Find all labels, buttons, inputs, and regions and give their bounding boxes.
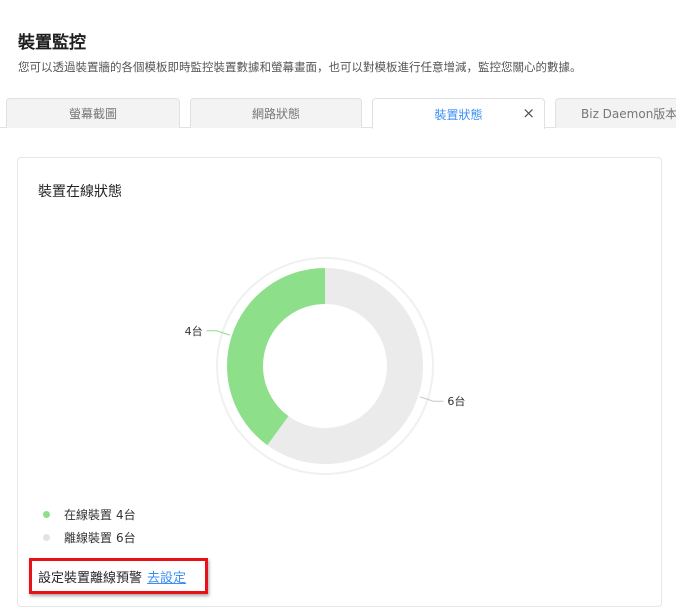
data-label: 4台 bbox=[185, 324, 203, 338]
offline-alert-setting: 設定裝置離線預警 去設定 bbox=[29, 558, 208, 594]
legend-label: 在線裝置 bbox=[64, 507, 113, 522]
device-monitor-page: 裝置監控 您可以透過裝置牆的各個模板即時監控裝置數據和螢幕畫面，也可以對模板進行… bbox=[0, 0, 676, 616]
tab-label: Biz Daemon版本& bbox=[581, 107, 676, 121]
go-settings-link[interactable]: 去設定 bbox=[147, 567, 186, 586]
label-leader-line bbox=[419, 396, 444, 402]
tab-label: 螢幕截圖 bbox=[68, 107, 117, 121]
tab-biz-daemon-version[interactable]: Biz Daemon版本& bbox=[555, 98, 676, 128]
legend-item-offline[interactable]: 離線裝置 6台 bbox=[42, 527, 136, 547]
legend-label: 離線裝置 bbox=[64, 530, 113, 545]
tabs-bar: 螢幕截圖 網路狀態 裝置狀態 × Biz Daemon版本& bbox=[0, 98, 676, 129]
legend-value: 4台 bbox=[116, 507, 136, 522]
legend-dot bbox=[43, 533, 50, 541]
data-label: 6台 bbox=[447, 394, 465, 408]
tab-screenshot[interactable]: 螢幕截圖 bbox=[6, 98, 180, 128]
page-description: 您可以透過裝置牆的各個模板即時監控裝置數據和螢幕畫面，也可以對模板進行任意增減，… bbox=[18, 60, 582, 74]
close-icon[interactable]: × bbox=[522, 105, 535, 121]
tab-network-status[interactable]: 網路狀態 bbox=[190, 98, 362, 128]
alert-text: 設定裝置離線預警 bbox=[38, 570, 143, 586]
tab-label: 網路狀態 bbox=[251, 107, 300, 121]
legend-value: 6台 bbox=[116, 530, 136, 545]
tab-label: 裝置狀態 bbox=[434, 107, 483, 122]
tab-device-status[interactable]: 裝置狀態 × bbox=[372, 98, 545, 129]
chart-legend: 在線裝置 4台 離線裝置 6台 bbox=[42, 504, 136, 550]
legend-item-online[interactable]: 在線裝置 4台 bbox=[42, 504, 136, 524]
slice-online[interactable] bbox=[227, 268, 325, 446]
label-leader-line bbox=[206, 330, 231, 336]
page-title: 裝置監控 bbox=[18, 33, 86, 53]
legend-dot bbox=[43, 510, 50, 518]
device-online-status-card: 裝置在線狀態 4台 6台 在線裝置 4台 離線裝置 6台 bbox=[17, 157, 662, 607]
